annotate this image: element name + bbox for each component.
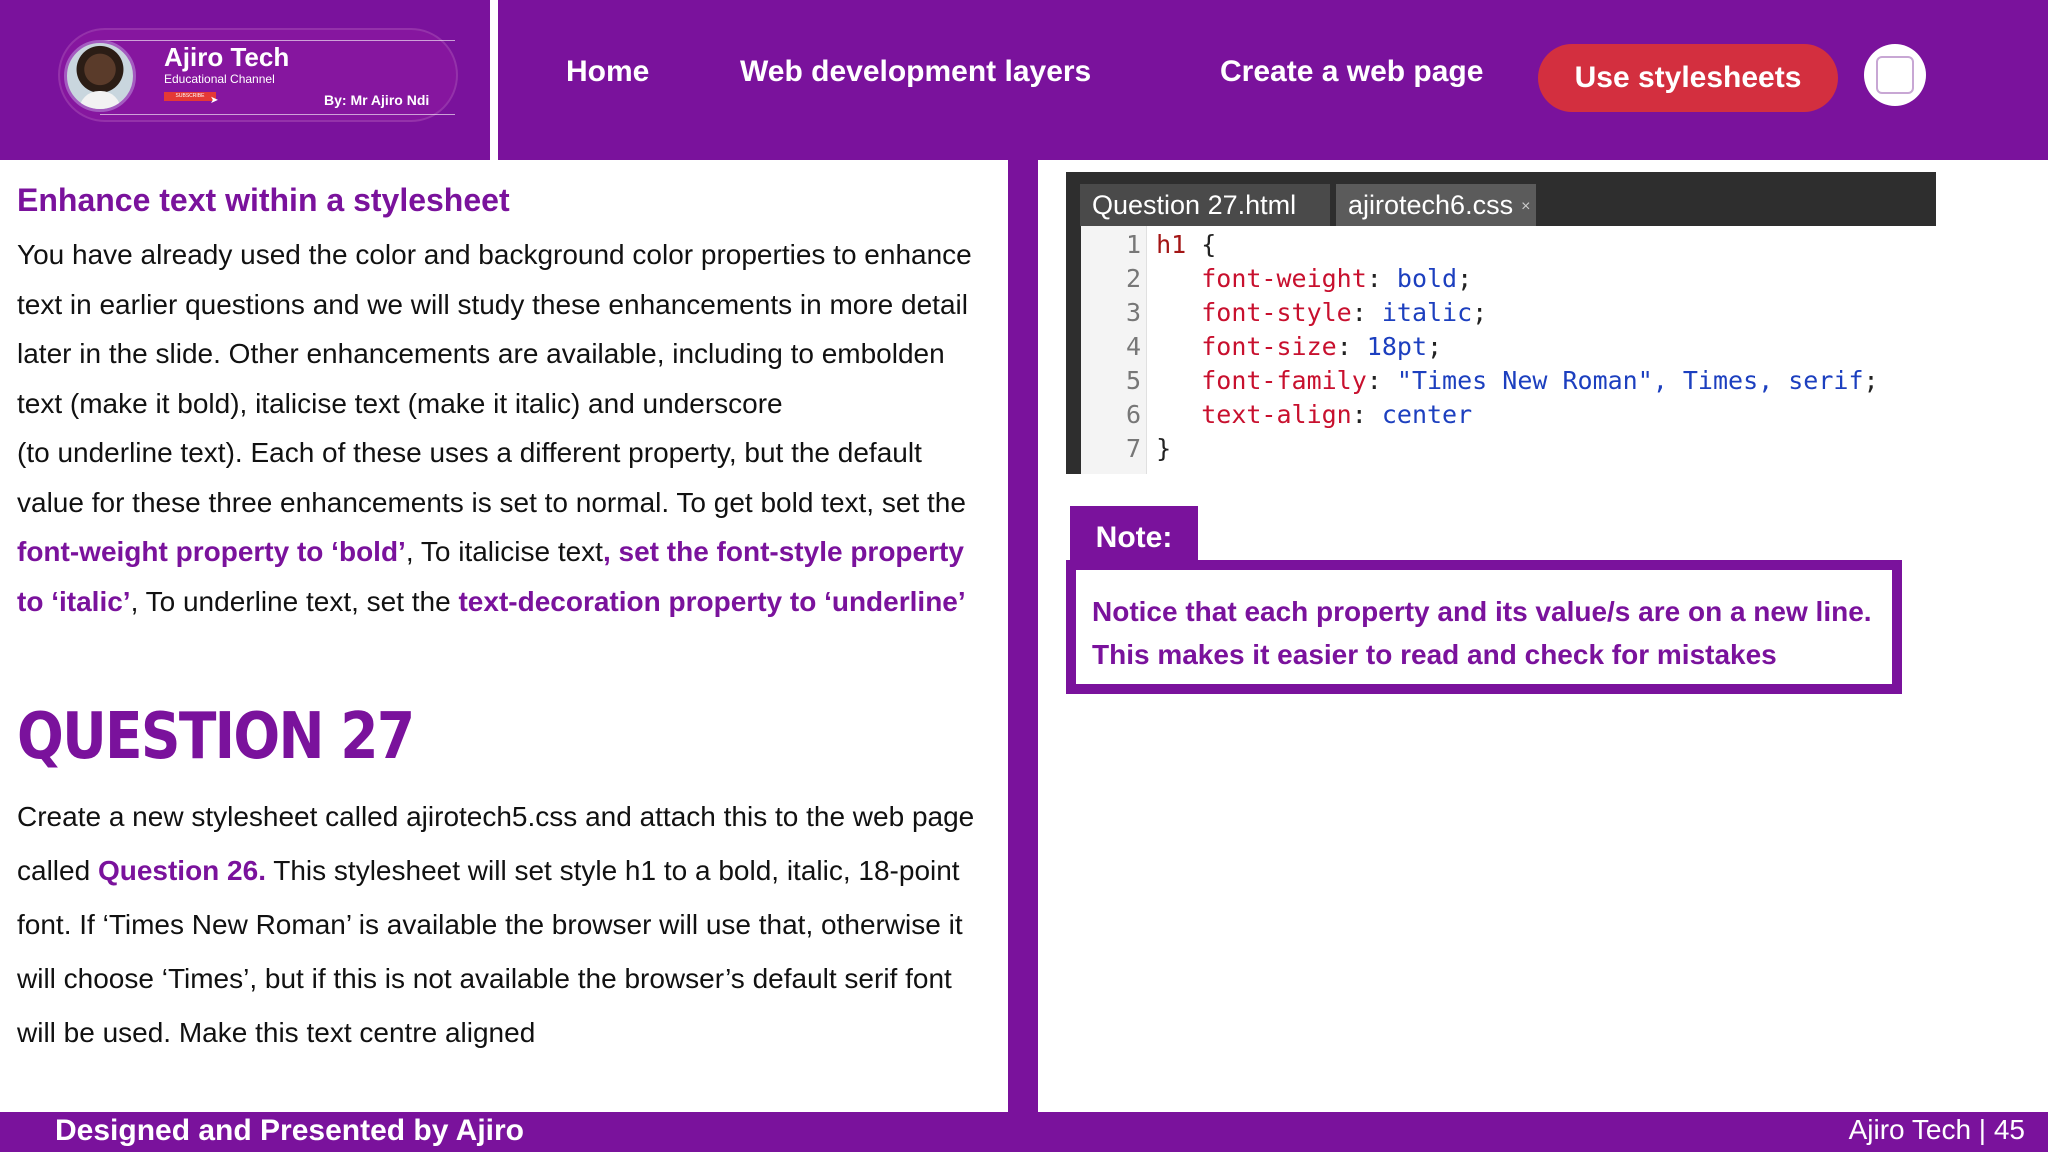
channel-byline: By: Mr Ajiro Ndi [324,92,430,108]
code-selector: h1 [1156,230,1187,259]
code-value: "Times New Roman", Times, serif [1396,366,1864,395]
logo-line-bottom [100,114,455,115]
slide-thumbnail-button[interactable] [1864,44,1926,106]
code-property: font-size [1201,332,1337,361]
explanation-text-1: You have already used the color and back… [17,239,972,419]
footer-credit: Designed and Presented by Ajiro [55,1114,524,1147]
logo-line-top [100,40,455,41]
note-text-line-2: This makes it easier to read and check f… [1092,639,1777,670]
code-line: 4 font-size: 18pt; [1081,330,1442,364]
nav-create-a-web-page[interactable]: Create a web page [1220,55,1483,89]
code-property: text-align [1201,400,1352,429]
code-line: 2 font-weight: bold; [1081,262,1472,296]
note-box: Notice that each property and its value/… [1066,560,1902,694]
header-bar: Ajiro Tech Educational Channel SUBSCRIBE… [0,0,2048,160]
tab-ajirotech6-css[interactable]: ajirotech6.css × [1336,184,1536,226]
editor-tab-bar: Question 27.html ajirotech6.css × [1066,172,1936,226]
line-number: 4 [1125,332,1141,361]
highlight-font-weight: font-weight property to ‘bold’ [17,536,406,567]
code-value: italic [1381,298,1473,327]
left-content-panel: Enhance text within a stylesheet You hav… [0,160,1008,1112]
code-semicolon: ; [1863,366,1879,395]
note-text: Notice that each property and its value/… [1092,590,1892,676]
line-number: 7 [1125,434,1141,463]
code-area[interactable]: 1 h1 { 2 font-weight: bold; 3 font-style… [1081,226,1936,474]
code-value: center [1381,400,1473,429]
note-text-line-1: Notice that each property and its value/… [1092,596,1872,627]
explanation-text-2: (to underline text). Each of these uses … [17,437,966,518]
footer-bar: Designed and Presented by Ajiro Ajiro Te… [0,1112,2048,1152]
line-number: 5 [1125,366,1141,395]
code-property: font-family [1201,366,1367,395]
channel-subtitle: Educational Channel [164,72,275,86]
tab-label: ajirotech6.css [1348,190,1514,220]
nav-use-stylesheets[interactable]: Use stylesheets [1538,44,1838,112]
line-number: 1 [1125,230,1141,259]
header-divider [490,0,498,160]
presenter-avatar [64,40,136,112]
code-editor: Question 27.html ajirotech6.css × 1 h1 { … [1066,172,1936,474]
tab-label: Question 27.html [1092,190,1297,220]
explanation-paragraph: You have already used the color and back… [17,230,987,626]
subscribe-button[interactable]: SUBSCRIBE [164,92,216,101]
footer-page-number: Ajiro Tech | 45 [1848,1114,2025,1145]
code-semicolon: ; [1457,264,1473,293]
code-line: 6 text-align: center [1081,398,1472,432]
nav-home[interactable]: Home [566,55,649,89]
line-number: 3 [1125,298,1141,327]
code-brace: } [1156,434,1172,463]
highlight-text-decoration: text-decoration property to ‘underline’ [458,585,966,617]
code-value: bold [1396,264,1458,293]
line-number: 6 [1125,400,1141,429]
tab-question-27-html[interactable]: Question 27.html [1080,184,1330,226]
slide-icon [1876,56,1914,94]
code-semicolon: ; [1427,332,1443,361]
code-line: 5 font-family: "Times New Roman", Times,… [1081,364,1879,398]
code-brace: { [1186,230,1217,259]
code-line: 7 } [1081,432,1171,466]
code-property: font-weight [1201,264,1367,293]
close-icon[interactable]: × [1521,198,1530,215]
line-number: 2 [1125,264,1141,293]
code-property: font-style [1201,298,1352,327]
note-label: Note: [1070,506,1198,562]
question-title: QUESTION 27 [17,700,415,774]
avatar-shirt [79,91,121,109]
vertical-divider [1008,160,1038,1114]
code-line: 3 font-style: italic; [1081,296,1487,330]
code-line: 1 h1 { [1081,228,1216,262]
explanation-text-4: , To underline text, set the [130,585,459,617]
code-semicolon: ; [1472,298,1488,327]
explanation-text-3: , To italicise text [405,536,603,567]
nav-web-development-layers[interactable]: Web development layers [740,55,1091,89]
question-link: Question 26. [97,855,266,886]
channel-title: Ajiro Tech [164,42,290,72]
section-heading: Enhance text within a stylesheet [17,182,510,218]
cursor-icon: ➤ [210,95,219,106]
question-paragraph: Create a new stylesheet called ajirotech… [17,790,997,1060]
code-value: 18pt [1366,332,1428,361]
